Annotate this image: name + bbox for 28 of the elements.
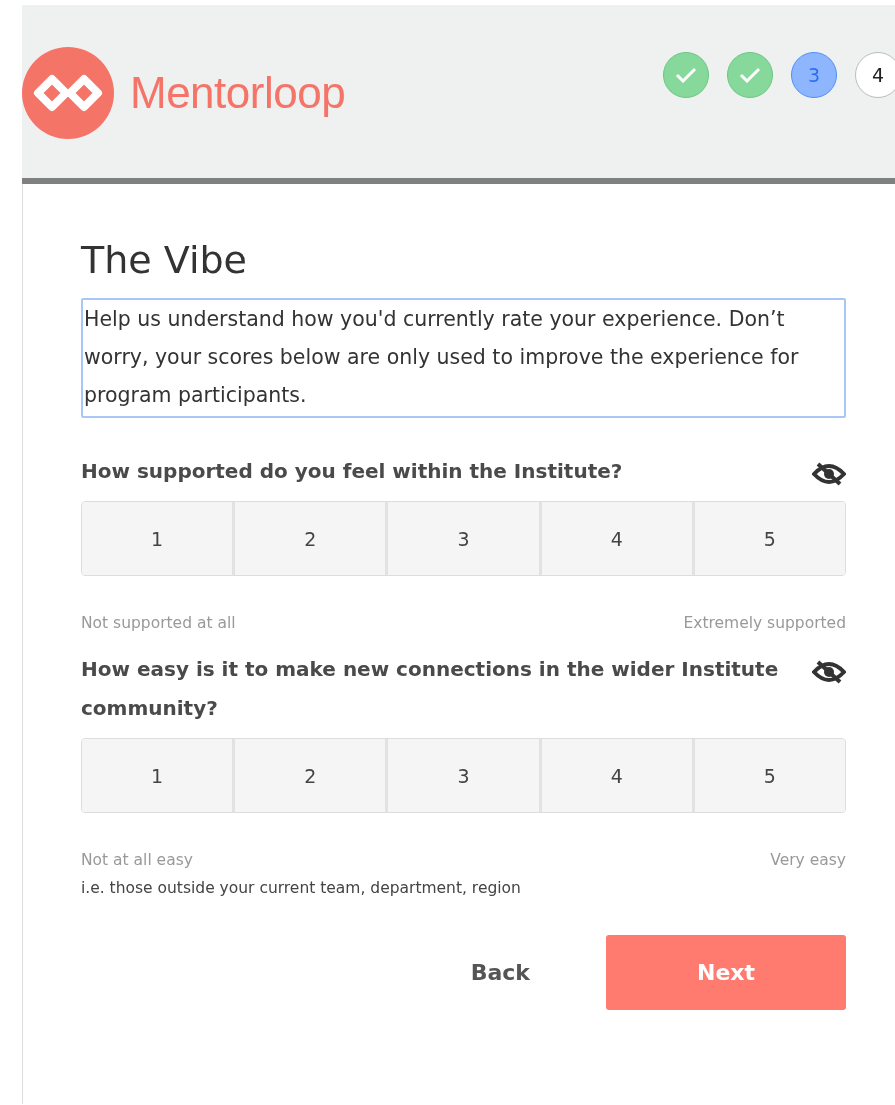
question-text: How easy is it to make new connections in the wider Institute community?: [81, 656, 780, 722]
eye-slash-icon[interactable]: [812, 462, 846, 486]
rating-option[interactable]: 4: [541, 502, 695, 575]
eye-slash-icon[interactable]: [812, 660, 846, 684]
scale-low-label: Not supported at all: [81, 614, 236, 632]
back-button[interactable]: Back: [464, 959, 536, 986]
scale-high-label: Extremely supported: [683, 614, 846, 632]
step-indicator: 4: [855, 52, 895, 98]
rating-option[interactable]: 3: [388, 739, 542, 812]
question-text: How supported do you feel within the Institute?: [81, 458, 623, 485]
scale-high-label: Very easy: [770, 851, 846, 869]
rating-option[interactable]: 3: [388, 502, 542, 575]
rating-option[interactable]: 1: [82, 502, 236, 575]
step-indicator: 3: [791, 52, 837, 98]
rating-option[interactable]: 5: [694, 502, 845, 575]
scale-low-label: Not at all easy: [81, 851, 193, 869]
rating-option[interactable]: 2: [235, 502, 389, 575]
rating-option[interactable]: 1: [82, 739, 236, 812]
rating-option[interactable]: 4: [541, 739, 695, 812]
rating-option[interactable]: 2: [235, 739, 389, 812]
check-icon: [675, 67, 697, 83]
page-title: The Vibe: [81, 238, 248, 282]
question-hint: i.e. those outside your current team, department, region: [81, 879, 522, 897]
rating-option[interactable]: 5: [694, 739, 845, 812]
logo-wordmark: Mentorloop: [130, 68, 346, 118]
check-icon: [739, 67, 761, 83]
logo-icon: [22, 47, 114, 139]
intro-text: Help us understand how you'd currently rate your experience. Don’t worry, your scores below are only used to improve the experience for program participants.: [81, 298, 846, 418]
